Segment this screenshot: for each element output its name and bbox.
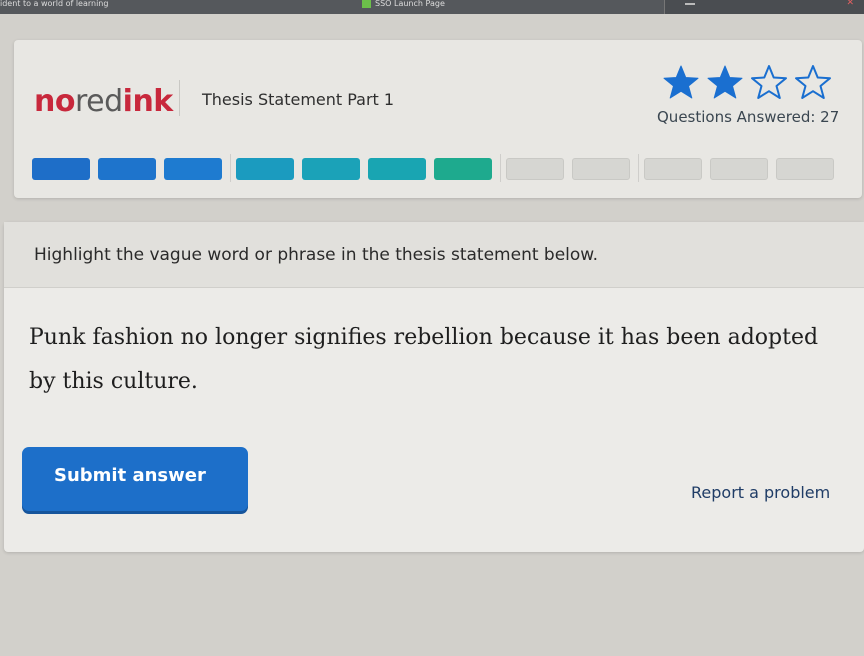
progress-segment — [710, 158, 768, 180]
progress-segment — [236, 158, 294, 180]
star-filled-icon — [663, 65, 699, 99]
minimize-icon[interactable] — [685, 3, 695, 5]
question-prompt: Highlight the vague word or phrase in th… — [34, 245, 599, 265]
browser-tab-title[interactable]: ident to a world of learning — [0, 0, 230, 14]
progress-segment — [506, 158, 564, 180]
mastery-stars — [662, 64, 832, 108]
center-tab-label: SSO Launch Page — [375, 0, 445, 8]
star-empty-icon — [795, 65, 831, 99]
browser-tab-strip: ident to a world of learning SSO Launch … — [0, 0, 864, 14]
logo-red: red — [74, 84, 123, 119]
progress-group-divider — [638, 154, 639, 182]
progress-segment — [434, 158, 492, 180]
browser-right-tab[interactable]: ✕ — [664, 0, 864, 14]
progress-bar — [32, 154, 852, 182]
logo-ink: ink — [122, 84, 174, 119]
submit-answer-button[interactable]: Submit answer — [22, 447, 248, 511]
star-empty-icon — [751, 65, 787, 99]
progress-segment — [164, 158, 222, 180]
question-panel: Highlight the vague word or phrase in th… — [4, 222, 864, 552]
questions-answered: Questions Answered: 27 — [657, 108, 840, 126]
progress-segment — [776, 158, 834, 180]
progress-segment — [644, 158, 702, 180]
lesson-title: Thesis Statement Part 1 — [202, 90, 395, 109]
close-icon[interactable]: ✕ — [846, 0, 854, 8]
prompt-bar: Highlight the vague word or phrase in th… — [4, 222, 864, 288]
noredink-logo[interactable]: noredink — [34, 84, 173, 119]
progress-segment — [302, 158, 360, 180]
progress-segment — [32, 158, 90, 180]
report-problem-link[interactable]: Report a problem — [691, 483, 830, 502]
star-filled-icon — [707, 65, 743, 99]
thesis-statement[interactable]: Punk fashion no longer signifies rebelli… — [29, 316, 819, 404]
progress-group-divider — [500, 154, 501, 182]
lesson-header: noredink Thesis Statement Part 1 Questio… — [14, 40, 862, 198]
app-gem-icon — [362, 0, 371, 8]
progress-segment — [98, 158, 156, 180]
progress-group-divider — [230, 154, 231, 182]
logo-no: no — [34, 84, 75, 119]
progress-segment — [368, 158, 426, 180]
header-divider — [179, 80, 180, 116]
progress-segment — [572, 158, 630, 180]
browser-center-tab[interactable]: SSO Launch Page — [362, 0, 445, 10]
